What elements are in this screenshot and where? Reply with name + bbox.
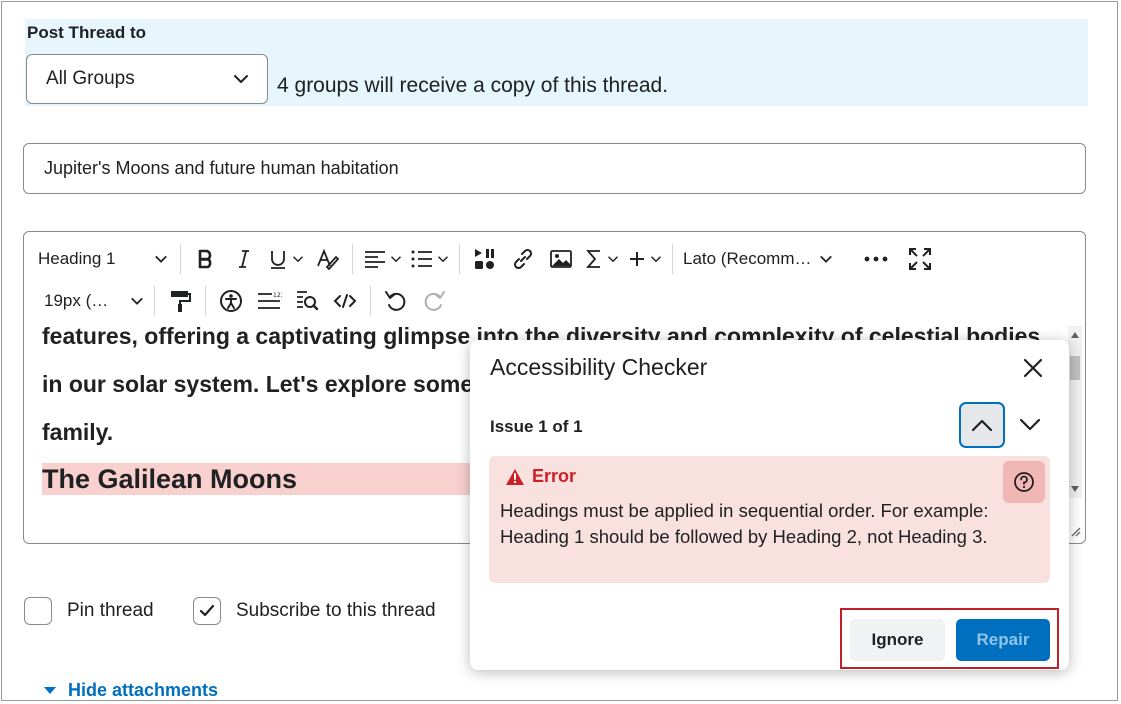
underline-button[interactable] bbox=[263, 242, 308, 276]
issue-counter: Issue 1 of 1 bbox=[490, 417, 583, 436]
undo-icon bbox=[385, 291, 406, 311]
bold-icon bbox=[198, 249, 212, 269]
error-panel: Error Headings must be applied in sequen… bbox=[489, 456, 1050, 583]
insert-media-button[interactable] bbox=[466, 242, 504, 276]
chevron-down-icon bbox=[820, 255, 832, 263]
align-dropdown[interactable] bbox=[359, 242, 406, 276]
pin-thread-option: Pin thread bbox=[24, 597, 154, 625]
thread-subject-input[interactable] bbox=[23, 143, 1086, 194]
toolbar-divider bbox=[352, 244, 353, 274]
list-icon bbox=[411, 250, 432, 268]
group-copy-note: 4 groups will receive a copy of this thr… bbox=[277, 74, 669, 97]
ignore-button[interactable]: Ignore bbox=[850, 619, 945, 661]
post-thread-label: Post Thread to bbox=[27, 23, 147, 42]
subscribe-label: Subscribe to this thread bbox=[236, 600, 436, 621]
chevron-down-icon bbox=[155, 255, 167, 263]
link-icon bbox=[513, 248, 533, 270]
fullscreen-button[interactable] bbox=[901, 242, 939, 276]
editor-scrollbar[interactable] bbox=[1068, 326, 1082, 498]
chevron-down-icon bbox=[234, 75, 248, 83]
pin-thread-label: Pin thread bbox=[67, 600, 154, 621]
chevron-down-icon bbox=[650, 256, 662, 263]
insert-link-button[interactable] bbox=[504, 242, 542, 276]
toolbar-divider bbox=[672, 244, 673, 274]
chevron-down-icon bbox=[390, 256, 402, 263]
error-heading: Error bbox=[505, 466, 576, 487]
font-family-dropdown[interactable]: Lato (Recomm… bbox=[679, 242, 837, 276]
accessibility-checker-dialog: Accessibility Checker Issue 1 of 1 Error… bbox=[470, 340, 1069, 670]
fullscreen-icon bbox=[909, 248, 931, 270]
chevron-up-icon bbox=[971, 419, 993, 432]
close-button[interactable] bbox=[1021, 356, 1045, 380]
subscribe-option: Subscribe to this thread bbox=[193, 597, 436, 625]
list-dropdown[interactable] bbox=[406, 242, 453, 276]
scrollbar-thumb[interactable] bbox=[1070, 356, 1080, 380]
chevron-down-icon bbox=[292, 256, 304, 263]
svg-text:123: 123 bbox=[273, 292, 282, 299]
equation-icon bbox=[586, 250, 600, 268]
chevron-down-icon bbox=[1019, 418, 1041, 431]
underline-icon bbox=[271, 251, 285, 269]
line-spacing-icon: 123 bbox=[258, 292, 282, 309]
italic-icon bbox=[239, 250, 249, 268]
previous-issue-button[interactable] bbox=[959, 402, 1005, 448]
media-icon bbox=[475, 249, 494, 269]
font-size-value: 19px (… bbox=[44, 291, 109, 310]
scroll-up-arrow[interactable] bbox=[1071, 332, 1079, 338]
close-icon bbox=[1023, 358, 1043, 378]
repair-button[interactable]: Repair bbox=[956, 619, 1050, 661]
subscribe-checkbox[interactable] bbox=[193, 597, 221, 625]
format-clear-button[interactable] bbox=[308, 242, 346, 276]
editor-toolbar-row-1: Heading 1 Lato (Recomm… bbox=[34, 241, 939, 277]
error-message: Headings must be applied in sequential o… bbox=[500, 500, 989, 547]
scroll-down-arrow[interactable] bbox=[1071, 486, 1079, 492]
pin-thread-checkbox[interactable] bbox=[24, 597, 52, 625]
hide-attachments-toggle[interactable]: Hide attachments bbox=[44, 680, 218, 701]
next-issue-button[interactable] bbox=[1015, 410, 1045, 440]
toolbar-divider bbox=[180, 244, 181, 274]
resize-grip-icon[interactable] bbox=[1069, 525, 1081, 537]
caret-down-icon bbox=[44, 687, 56, 694]
accessibility-icon bbox=[220, 290, 242, 312]
redo-icon bbox=[424, 291, 445, 311]
toolbar-divider bbox=[459, 244, 460, 274]
insert-stuff-dropdown[interactable] bbox=[623, 242, 666, 276]
format-clear-icon bbox=[317, 248, 339, 270]
find-icon bbox=[297, 291, 319, 311]
chevron-down-icon bbox=[607, 256, 619, 263]
italic-button[interactable] bbox=[225, 242, 263, 276]
hide-attachments-label: Hide attachments bbox=[68, 680, 219, 700]
error-label: Error bbox=[532, 466, 577, 486]
chevron-down-icon bbox=[437, 256, 449, 263]
image-icon bbox=[550, 250, 572, 268]
dialog-title: Accessibility Checker bbox=[490, 354, 708, 380]
bold-button[interactable] bbox=[187, 242, 225, 276]
checkmark-icon bbox=[199, 604, 215, 617]
insert-plus-icon bbox=[630, 252, 644, 266]
format-painter-icon bbox=[171, 291, 191, 312]
warning-triangle-icon bbox=[506, 468, 524, 485]
insert-image-button[interactable] bbox=[542, 242, 580, 276]
align-icon bbox=[365, 251, 385, 268]
chevron-down-icon bbox=[131, 297, 143, 305]
help-button[interactable] bbox=[1003, 461, 1045, 503]
insert-equation-dropdown[interactable] bbox=[580, 242, 623, 276]
help-icon bbox=[1014, 472, 1034, 492]
post-thread-section: Post Thread to All Groups 4 groups will … bbox=[25, 19, 1088, 106]
block-format-dropdown[interactable]: Heading 1 bbox=[34, 242, 174, 276]
more-icon bbox=[864, 256, 888, 262]
more-options-button[interactable] bbox=[857, 242, 895, 276]
group-select[interactable]: All Groups bbox=[26, 54, 268, 104]
font-family-value: Lato (Recomm… bbox=[683, 249, 812, 268]
group-select-value: All Groups bbox=[46, 68, 135, 89]
source-code-icon bbox=[333, 294, 357, 308]
block-format-value: Heading 1 bbox=[38, 249, 116, 268]
